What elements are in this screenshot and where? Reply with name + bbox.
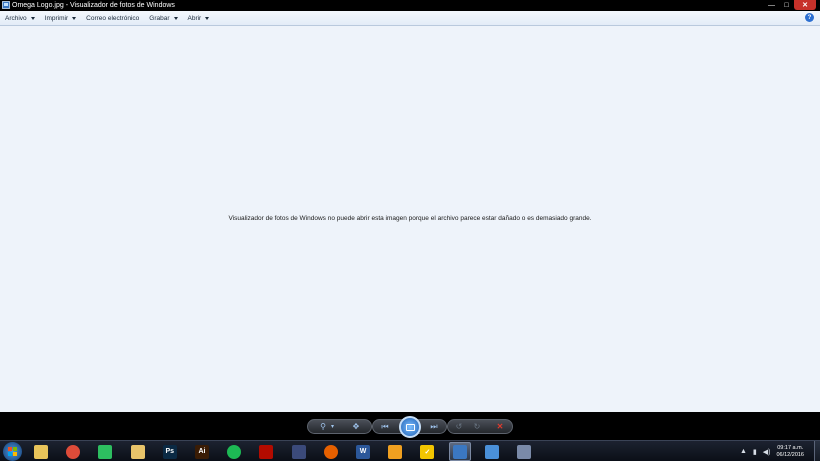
- menu-imprimir[interactable]: Imprimir: [40, 11, 81, 26]
- menu-correo-label: Correo electrónico: [86, 14, 140, 22]
- menu-grabar-label: Grabar: [149, 14, 170, 22]
- taskbar-item-remote-desktop[interactable]: [513, 442, 535, 461]
- taskbar-item-windows-explorer[interactable]: [30, 442, 52, 461]
- system-tray: ▲ ▮ ◀) 09:17 a.m. 06/12/2016: [740, 441, 820, 461]
- clock-time: 09:17 a.m.: [777, 444, 804, 451]
- taskbar-item-norton[interactable]: ✓: [416, 442, 438, 461]
- show-hidden-icons-arrow-icon[interactable]: ▲: [740, 448, 747, 455]
- taskbar-item-folder[interactable]: [127, 442, 149, 461]
- taskbar-item-evernote[interactable]: [94, 442, 116, 461]
- menu-correo-electronico[interactable]: Correo electrónico: [81, 11, 144, 26]
- menu-grabar[interactable]: Grabar: [144, 11, 182, 26]
- menu-abrir[interactable]: Abrir: [183, 11, 215, 26]
- zoom-dropdown-arrow-icon[interactable]: ▾: [329, 420, 336, 433]
- next-icon[interactable]: ⏭: [427, 420, 441, 433]
- photo-viewer-icon: [452, 444, 467, 459]
- norton-icon: ✓: [420, 444, 435, 459]
- volume-tray-icon[interactable]: ◀): [763, 448, 771, 456]
- taskbar-item-photo-viewer[interactable]: [448, 442, 471, 461]
- window-title: Omega Logo.jpg - Visualizador de fotos d…: [12, 2, 175, 9]
- clock-date: 06/12/2016: [776, 451, 804, 458]
- previous-icon[interactable]: ⏮: [378, 420, 392, 433]
- minimize-button[interactable]: —: [764, 0, 779, 10]
- start-button[interactable]: [3, 442, 22, 461]
- chrome-icon: [66, 444, 81, 459]
- spotify-icon: [227, 444, 242, 459]
- taskbar-item-spotify[interactable]: [223, 442, 245, 461]
- help-icon[interactable]: ?: [805, 13, 814, 22]
- maximize-button[interactable]: □: [779, 0, 794, 10]
- clock[interactable]: 09:17 a.m. 06/12/2016: [776, 445, 804, 459]
- menu-imprimir-label: Imprimir: [44, 14, 69, 22]
- taskbar-item-gamepad[interactable]: [384, 442, 406, 461]
- menu-abrir-label: Abrir: [187, 14, 202, 22]
- windows-explorer-icon: [34, 444, 48, 459]
- taskbar-item-photoshop[interactable]: Ps: [159, 442, 181, 461]
- taskbar-item-network[interactable]: [481, 442, 503, 461]
- photo-viewer-app-icon: [2, 1, 10, 9]
- photoshop-icon: Ps: [162, 444, 177, 459]
- taskbar-item-chrome[interactable]: [62, 442, 84, 461]
- gamepad-icon: [388, 444, 403, 459]
- window-controls: — □ ✕: [764, 0, 816, 10]
- error-message: Visualizador de fotos de Windows no pued…: [228, 215, 592, 222]
- taskbar-item-acrobat[interactable]: [255, 442, 277, 461]
- windows-logo-icon: [8, 447, 17, 456]
- dropdown-arrow-icon: [205, 16, 210, 20]
- dropdown-arrow-icon: [72, 16, 77, 20]
- network-icon: [484, 444, 499, 459]
- rotate-clockwise-icon[interactable]: ↻: [471, 420, 483, 433]
- menu-bar: Archivo Imprimir Correo electrónico Grab…: [0, 11, 820, 26]
- close-button[interactable]: ✕: [794, 0, 816, 10]
- slideshow-icon: [405, 423, 415, 431]
- menu-archivo-label: Archivo: [5, 14, 27, 22]
- title-bar: Omega Logo.jpg - Visualizador de fotos d…: [0, 0, 820, 11]
- firefox-icon: [323, 444, 338, 459]
- dropdown-arrow-icon: [173, 16, 178, 20]
- taskbar: Ps Ai W ✓ ▲ ▮ ◀) 09:17 a.m. 06/12/2016: [0, 440, 820, 461]
- menu-archivo[interactable]: Archivo: [0, 11, 40, 26]
- dropdown-arrow-icon: [30, 16, 35, 20]
- word-icon: W: [356, 444, 370, 459]
- taskbar-item-firefox[interactable]: [320, 442, 342, 461]
- delete-icon[interactable]: ✕: [494, 420, 506, 433]
- remote-desktop-icon: [517, 444, 531, 459]
- illustrator-icon: Ai: [195, 444, 209, 459]
- rotate-counterclockwise-icon[interactable]: ↺: [453, 420, 465, 433]
- zoom-icon[interactable]: ⚲: [318, 420, 328, 433]
- image-viewer-area: Visualizador de fotos de Windows no pued…: [0, 26, 820, 412]
- taskbar-item-illustrator[interactable]: Ai: [191, 442, 213, 461]
- show-desktop-button[interactable]: [814, 441, 820, 461]
- network-tray-icon[interactable]: ▮: [753, 448, 757, 456]
- slideshow-button[interactable]: [399, 416, 421, 438]
- acrobat-icon: [259, 444, 274, 459]
- taskbar-item-media-encoder[interactable]: [288, 442, 310, 461]
- evernote-icon: [98, 444, 113, 459]
- taskbar-item-word[interactable]: W: [352, 442, 374, 461]
- actual-size-icon[interactable]: ✥: [349, 420, 363, 433]
- viewer-control-bar: ⚲ ▾ ✥ ⏮ ⏭ ↺ ↻ ✕: [0, 412, 820, 440]
- folder-icon: [130, 444, 145, 459]
- media-encoder-icon: [291, 444, 306, 459]
